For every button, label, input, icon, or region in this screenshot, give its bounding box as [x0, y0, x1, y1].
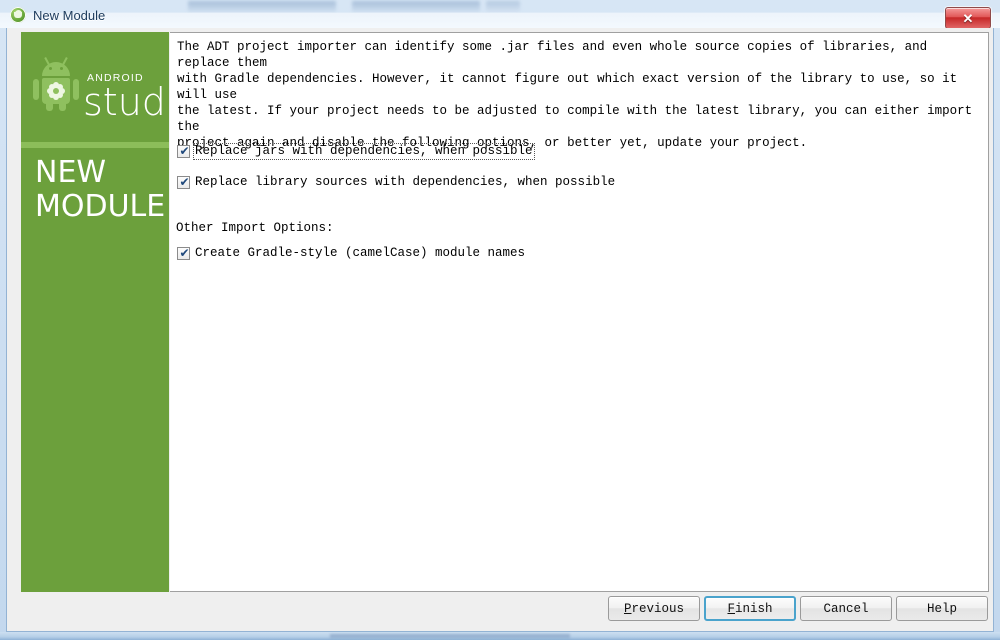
checkbox-replace-jars[interactable]: ✔ Replace jars with dependencies, when p…: [177, 143, 535, 160]
check-icon: ✔: [179, 175, 190, 189]
checkbox-gradle-style-names[interactable]: ✔ Create Gradle-style (camelCase) module…: [177, 246, 526, 261]
check-icon: ✔: [179, 246, 190, 260]
window-title: New Module: [33, 8, 106, 23]
android-studio-logo: ANDROID studio: [29, 50, 169, 130]
content-pane: The ADT project importer can identify so…: [170, 32, 989, 592]
dialog-body: ANDROID studio NEW MODULE The ADT projec…: [6, 28, 994, 632]
brand-studio-text: studio: [83, 80, 169, 124]
checkbox-gradle-style-names-box[interactable]: ✔: [177, 247, 190, 260]
banner-title-line2: MODULE: [35, 189, 166, 224]
cancel-button-label: Cancel: [823, 601, 869, 616]
other-import-options-heading: Other Import Options:: [176, 221, 334, 235]
dialog-window: New Module ✕ ANDROID stud NEW MODULE The…: [0, 0, 1000, 640]
previous-button-mnemonic: P: [623, 601, 632, 616]
checkbox-replace-library-sources-box[interactable]: ✔: [177, 176, 190, 189]
wizard-banner: ANDROID studio NEW MODULE: [21, 32, 169, 592]
finish-button-label: inish: [735, 601, 773, 616]
help-button-label: Help: [926, 601, 957, 616]
checkbox-replace-library-sources[interactable]: ✔ Replace library sources with dependenc…: [177, 175, 616, 190]
previous-button-label: revious: [631, 601, 685, 616]
android-studio-icon: [10, 7, 26, 23]
banner-title-line1: NEW: [35, 155, 107, 190]
check-icon: ✔: [179, 144, 190, 158]
banner-title: NEW MODULE: [35, 156, 165, 224]
checkbox-replace-jars-box[interactable]: ✔: [177, 145, 190, 158]
checkbox-replace-jars-label: Replace jars with dependencies, when pos…: [193, 143, 535, 160]
intro-description: The ADT project importer can identify so…: [177, 40, 973, 150]
title-bar: New Module ✕: [0, 0, 1000, 29]
finish-button-mnemonic: F: [727, 601, 735, 616]
help-button[interactable]: Help: [896, 596, 988, 621]
window-bottom-edge: [0, 632, 1000, 640]
android-robot-icon: [33, 56, 79, 111]
checkbox-gradle-style-names-label: Create Gradle-style (camelCase) module n…: [195, 246, 526, 260]
close-icon: ✕: [962, 10, 974, 26]
checkbox-replace-library-sources-label: Replace library sources with dependencie…: [195, 175, 616, 189]
close-button[interactable]: ✕: [945, 7, 991, 29]
banner-divider: [21, 142, 169, 148]
previous-button[interactable]: Previous: [608, 596, 700, 621]
background-taskbar-sliver: [330, 634, 570, 638]
cancel-button[interactable]: Cancel: [800, 596, 892, 621]
dialog-footer: Previous Finish Cancel Help: [7, 596, 993, 631]
finish-button[interactable]: Finish: [704, 596, 796, 621]
